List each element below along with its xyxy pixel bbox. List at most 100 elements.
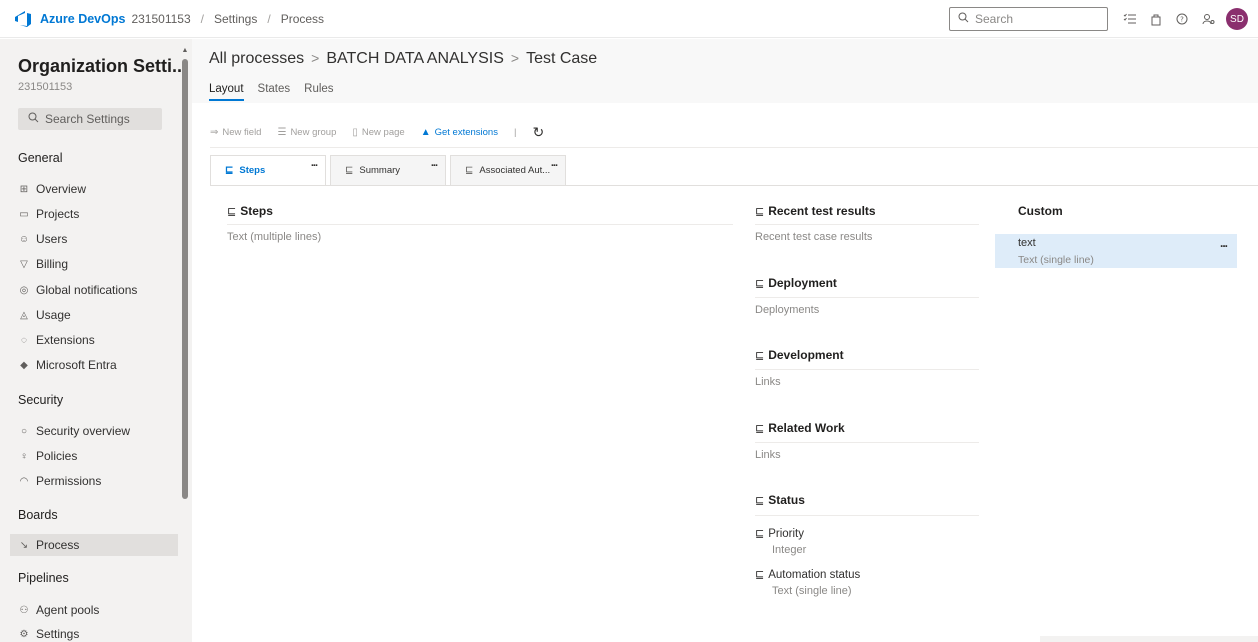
sidebar-item-microsoft-entra[interactable]: ◆ Microsoft Entra	[10, 354, 178, 376]
group-title-label: Related Work	[768, 421, 845, 435]
notifications-icon: ◎	[19, 284, 29, 296]
task-list-icon[interactable]	[1118, 7, 1142, 31]
field-name-label: Priority	[768, 527, 804, 540]
sidebar-item-policies[interactable]: ♀ Policies	[10, 445, 178, 467]
group-title-status[interactable]: ⊑ Status	[755, 493, 805, 507]
field-priority[interactable]: ⊑ Priority	[755, 527, 804, 541]
group-title-label: Deployment	[768, 276, 837, 290]
page-tabs: ⊑ Steps ... ⊑ Summary ... ⊑ Associated Aut.…	[210, 155, 570, 185]
search-icon	[28, 112, 39, 126]
page-tab-label: Associated Aut...	[479, 165, 551, 176]
breadcrumb-org[interactable]: 231501153	[131, 12, 190, 26]
azure-devops-logo-icon[interactable]	[12, 8, 34, 30]
control-recent-test-results[interactable]: Recent test case results	[755, 231, 872, 243]
sidebar-item-permissions[interactable]: ◠ Permissions	[10, 470, 178, 492]
group-title-related-work[interactable]: ⊑ Related Work	[755, 421, 845, 435]
sidebar-item-process[interactable]: ↘ Process	[10, 534, 178, 556]
scroll-up-arrow-icon[interactable]: ▲	[181, 47, 189, 55]
tab-layout[interactable]: Layout	[209, 83, 244, 101]
control-related-work-links[interactable]: Links	[755, 449, 781, 461]
gear-icon: ⚙	[19, 628, 29, 640]
process-path: All processes > BATCH DATA ANALYSIS > Test C…	[209, 50, 597, 68]
sidebar-item-label: Projects	[36, 207, 80, 221]
group-divider	[755, 369, 979, 370]
sidebar-scrollbar[interactable]: ▲	[181, 47, 189, 499]
sidebar-item-overview[interactable]: ⊞ Overview	[10, 178, 178, 200]
page-tab-summary[interactable]: ⊑ Summary ...	[330, 155, 446, 185]
group-title-recent-test-results[interactable]: ⊑ Recent test results	[755, 204, 876, 218]
search-icon	[958, 12, 969, 26]
group-title-steps[interactable]: ⊑ Steps	[227, 204, 273, 218]
avatar[interactable]: SD	[1226, 8, 1248, 30]
layout-toolbar: ⇒ New field ☰ New group ▯ New page ▲ Get ext…	[210, 118, 544, 146]
settings-search-input[interactable]: Search Settings	[18, 108, 162, 130]
control-development-links[interactable]: Links	[755, 376, 781, 388]
group-title-label: Status	[768, 493, 805, 507]
sidebar-item-usage[interactable]: ◬ Usage	[10, 304, 178, 326]
billing-icon: ▽	[20, 258, 28, 270]
sidebar-item-label: Settings	[36, 627, 80, 641]
more-options-icon[interactable]: ...	[311, 157, 318, 169]
group-divider	[755, 224, 979, 225]
bottom-edge	[1040, 636, 1258, 642]
sidebar-item-extensions[interactable]: ◌ Extensions	[10, 329, 178, 351]
page-tab-label: Summary	[359, 165, 401, 176]
process-icon: ↘	[19, 539, 29, 551]
top-search-placeholder: Search	[975, 12, 1014, 26]
new-field-button[interactable]: ⇒ New field	[210, 127, 261, 138]
breadcrumb-settings[interactable]: Settings	[214, 12, 257, 26]
field-custom-text[interactable]: text Text (single line) ...	[995, 234, 1237, 268]
path-separator: >	[311, 50, 320, 66]
control-deployments[interactable]: Deployments	[755, 304, 819, 316]
sidebar-item-label: Usage	[36, 308, 71, 322]
new-group-button[interactable]: ☰ New group	[277, 127, 336, 138]
user-settings-icon[interactable]	[1196, 7, 1220, 31]
brand-link[interactable]: Azure DevOps	[40, 12, 125, 26]
page-tabs-divider	[210, 185, 1258, 186]
tab-rules[interactable]: Rules	[304, 83, 333, 101]
users-icon: ☺	[18, 233, 30, 245]
page-tab-steps[interactable]: ⊑ Steps ...	[210, 155, 326, 185]
field-type: Integer	[772, 544, 807, 556]
settings-search-placeholder: Search Settings	[45, 112, 130, 126]
sidebar-item-label: Process	[36, 538, 80, 552]
path-process-name[interactable]: BATCH DATA ANALYSIS	[326, 50, 504, 67]
sidebar-item-settings[interactable]: ⚙ Settings	[10, 623, 178, 642]
group-title-deployment[interactable]: ⊑ Deployment	[755, 276, 837, 290]
group-divider	[755, 442, 979, 443]
sidebar-item-label: Microsoft Entra	[36, 358, 117, 372]
scrollbar-thumb[interactable]	[182, 59, 188, 499]
more-options-icon[interactable]: ...	[551, 157, 558, 169]
field-steps[interactable]: Text (multiple lines)	[227, 231, 321, 243]
more-options-icon[interactable]: ...	[1220, 236, 1228, 250]
toolbar-divider	[210, 147, 1258, 148]
sidebar-item-security-overview[interactable]: ○ Security overview	[10, 420, 178, 442]
more-options-icon[interactable]: ...	[431, 157, 438, 169]
get-extensions-button[interactable]: ▲ Get extensions	[421, 127, 498, 138]
sidebar-item-users[interactable]: ☺ Users	[10, 228, 178, 250]
sidebar: Organization Setti... 231501153 Search S…	[0, 39, 192, 642]
new-page-button[interactable]: ▯ New page	[352, 127, 404, 138]
extensions-icon: ◌	[21, 334, 27, 346]
sidebar-item-global-notifications[interactable]: ◎ Global notifications	[10, 279, 178, 301]
group-title-custom[interactable]: Custom	[1018, 204, 1063, 218]
top-search-input[interactable]: Search	[949, 7, 1108, 31]
sidebar-item-billing[interactable]: ▽ Billing	[10, 253, 178, 275]
path-all-processes[interactable]: All processes	[209, 50, 304, 67]
sidebar-item-label: Extensions	[36, 333, 95, 347]
refresh-icon[interactable]: ↻	[532, 124, 544, 141]
field-automation-status[interactable]: ⊑ Automation status	[755, 568, 860, 582]
marketplace-bag-icon[interactable]	[1144, 7, 1168, 31]
group-title-development[interactable]: ⊑ Development	[755, 348, 844, 362]
help-icon[interactable]: ?	[1170, 7, 1194, 31]
svg-text:?: ?	[1180, 16, 1184, 24]
breadcrumb-process[interactable]: Process	[281, 12, 324, 26]
new-page-label: New page	[361, 126, 405, 138]
sidebar-item-agent-pools[interactable]: ⚇ Agent pools	[10, 599, 178, 621]
sidebar-item-projects[interactable]: ▭ Projects	[10, 203, 178, 225]
group-title-label: Recent test results	[768, 204, 876, 218]
page-tab-associated-automation[interactable]: ⊑ Associated Aut... ...	[450, 155, 566, 185]
tab-states[interactable]: States	[258, 83, 291, 101]
overview-icon: ⊞	[19, 183, 29, 195]
section-heading-pipelines: Pipelines	[18, 571, 69, 585]
